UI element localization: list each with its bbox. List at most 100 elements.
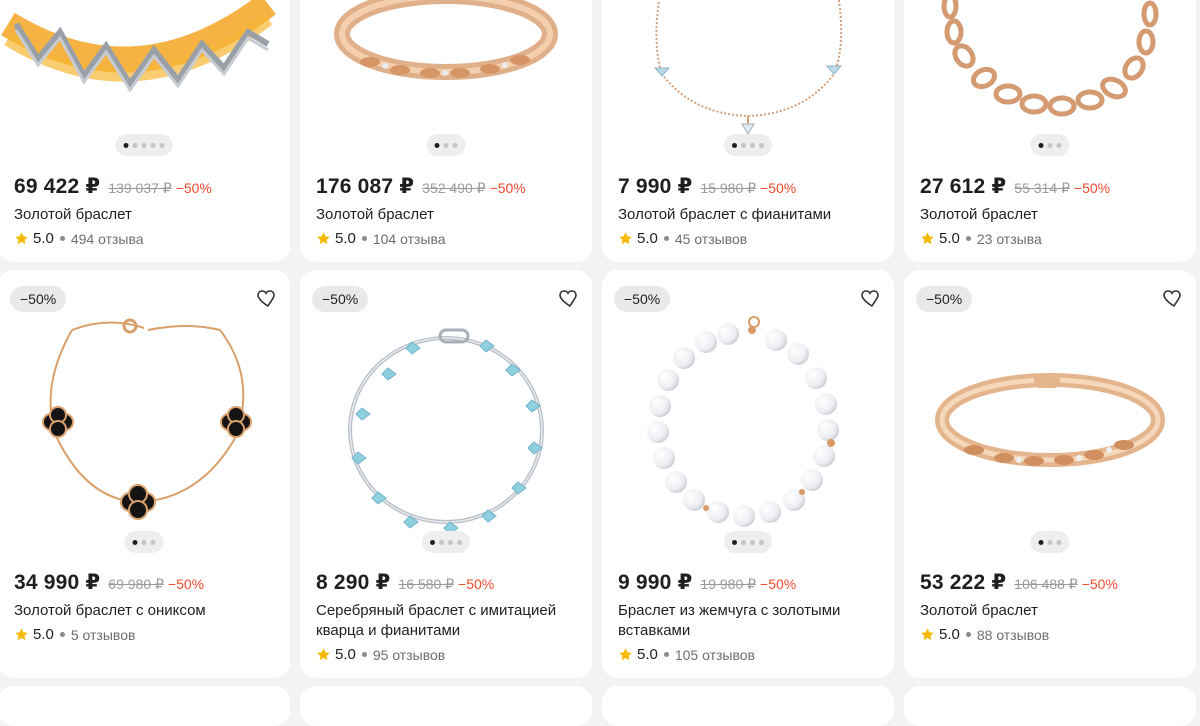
rating-score: 5.0 xyxy=(33,230,54,247)
carousel-dot[interactable] xyxy=(434,142,440,148)
heart-icon[interactable] xyxy=(858,286,882,310)
product-card-next-row[interactable] xyxy=(300,686,592,726)
product-title[interactable]: Золотой браслет xyxy=(316,205,580,225)
price: 9 990 ₽ xyxy=(618,571,693,594)
image-carousel-dots[interactable] xyxy=(724,134,772,156)
rating-score: 5.0 xyxy=(637,230,658,247)
image-carousel-dots[interactable] xyxy=(124,531,164,553)
reviews-count[interactable]: 105 отзывов xyxy=(675,647,755,663)
price-row: 7 990 ₽ 15 980 ₽ −50% xyxy=(618,174,882,199)
price-row: 27 612 ₽ 55 314 ₽ −50% xyxy=(920,174,1184,199)
gold-leaf-bangle-angled-icon xyxy=(935,373,1165,467)
product-card-next-row[interactable] xyxy=(904,686,1196,726)
carousel-dot[interactable] xyxy=(448,539,453,545)
image-carousel-dots[interactable] xyxy=(1030,531,1070,553)
price: 34 990 ₽ xyxy=(14,571,101,594)
image-carousel-dots[interactable] xyxy=(422,531,470,553)
product-image[interactable] xyxy=(602,270,894,560)
product-title[interactable]: Золотой браслет xyxy=(14,205,278,225)
carousel-dot[interactable] xyxy=(741,539,746,545)
reviews-count[interactable]: 494 отзыва xyxy=(71,231,144,247)
product-title[interactable]: Браслет из жемчуга с золотыми вставками xyxy=(618,601,882,641)
product-title[interactable]: Серебряный браслет с имитацией кварца и … xyxy=(316,601,580,641)
carousel-dot[interactable] xyxy=(1047,539,1053,545)
product-card[interactable]: −50% 53 222 ₽ 106 488 ₽ −50% Золотой бра… xyxy=(904,270,1196,678)
product-card[interactable]: 27 612 ₽ 55 314 ₽ −50% Золотой браслет 5… xyxy=(904,0,1196,262)
product-title[interactable]: Золотой браслет с ониксом xyxy=(14,601,278,621)
discount: −50% xyxy=(175,180,212,196)
product-image[interactable] xyxy=(904,270,1196,560)
carousel-dot[interactable] xyxy=(1047,142,1053,148)
separator-dot xyxy=(965,632,971,637)
reviews-count[interactable]: 45 отзывов xyxy=(675,231,747,247)
carousel-dot[interactable] xyxy=(457,539,462,545)
heart-icon[interactable] xyxy=(254,286,278,310)
product-card[interactable]: −50% 9 990 ₽ 19 980 ₽ −50% Браслет из же… xyxy=(602,270,894,678)
carousel-dot[interactable] xyxy=(132,539,138,545)
price: 53 222 ₽ xyxy=(920,571,1007,594)
carousel-dot[interactable] xyxy=(123,142,129,148)
price-row: 53 222 ₽ 106 488 ₽ −50% xyxy=(920,570,1184,595)
carousel-dot[interactable] xyxy=(750,539,755,545)
carousel-dot[interactable] xyxy=(141,142,147,148)
carousel-dot[interactable] xyxy=(141,539,147,545)
discount-badge: −50% xyxy=(312,286,369,312)
carousel-dot[interactable] xyxy=(430,539,435,545)
carousel-dot[interactable] xyxy=(732,142,737,148)
carousel-dot[interactable] xyxy=(150,142,156,148)
product-info: 69 422 ₽ 139 037 ₽ −50% Золотой браслет … xyxy=(14,174,278,247)
product-title[interactable]: Золотой браслет xyxy=(920,601,1184,621)
carousel-dot[interactable] xyxy=(132,142,138,148)
product-image[interactable] xyxy=(0,270,290,560)
carousel-dot[interactable] xyxy=(759,539,764,545)
carousel-dot[interactable] xyxy=(741,142,746,148)
carousel-dot[interactable] xyxy=(150,539,156,545)
product-info: 9 990 ₽ 19 980 ₽ −50% Браслет из жемчуга… xyxy=(618,570,882,663)
carousel-dot[interactable] xyxy=(439,539,444,545)
star-icon xyxy=(619,648,632,661)
image-carousel-dots[interactable] xyxy=(724,531,772,553)
carousel-dot[interactable] xyxy=(1056,142,1062,148)
reviews-count[interactable]: 95 отзывов xyxy=(373,647,445,663)
star-icon xyxy=(921,628,934,641)
product-card[interactable]: 7 990 ₽ 15 980 ₽ −50% Золотой браслет с … xyxy=(602,0,894,262)
carousel-dot[interactable] xyxy=(732,539,737,545)
product-info: 8 290 ₽ 16 580 ₽ −50% Серебряный браслет… xyxy=(316,570,580,663)
rating-score: 5.0 xyxy=(33,626,54,643)
image-carousel-dots[interactable] xyxy=(115,134,173,156)
carousel-dot[interactable] xyxy=(1056,539,1062,545)
product-card[interactable]: −50% 34 990 ₽ 69 980 ₽ −50% Золотой брас… xyxy=(0,270,290,678)
pearl-gold-bracelet-icon xyxy=(647,316,839,527)
reviews-count[interactable]: 104 отзыва xyxy=(373,231,446,247)
separator-dot xyxy=(59,632,65,637)
separator-dot xyxy=(59,236,65,241)
product-card[interactable]: −50% 8 290 ₽ 16 580 ₽ −50% Серебряный бр… xyxy=(300,270,592,678)
image-carousel-dots[interactable] xyxy=(1030,134,1070,156)
rating: 5.0 88 отзывов xyxy=(920,626,1184,643)
product-card-next-row[interactable] xyxy=(602,686,894,726)
product-card[interactable]: 176 087 ₽ 352 490 ₽ −50% Золотой браслет… xyxy=(300,0,592,262)
reviews-count[interactable]: 23 отзыва xyxy=(977,231,1042,247)
carousel-dot[interactable] xyxy=(159,142,165,148)
old-price: 55 314 ₽ xyxy=(1014,180,1070,196)
product-title[interactable]: Золотой браслет с фианитами xyxy=(618,205,882,225)
carousel-dot[interactable] xyxy=(443,142,449,148)
carousel-dot[interactable] xyxy=(1038,142,1044,148)
product-title[interactable]: Золотой браслет xyxy=(920,205,1184,225)
star-icon xyxy=(619,232,632,245)
rating: 5.0 23 отзыва xyxy=(920,230,1184,247)
discount: −50% xyxy=(489,180,526,196)
product-image[interactable] xyxy=(300,270,592,560)
carousel-dot[interactable] xyxy=(1038,539,1044,545)
carousel-dot[interactable] xyxy=(750,142,755,148)
carousel-dot[interactable] xyxy=(759,142,764,148)
product-card[interactable]: 69 422 ₽ 139 037 ₽ −50% Золотой браслет … xyxy=(0,0,290,262)
reviews-count[interactable]: 5 отзывов xyxy=(71,627,136,643)
heart-icon[interactable] xyxy=(556,286,580,310)
heart-icon[interactable] xyxy=(1160,286,1184,310)
discount-badge: −50% xyxy=(10,286,67,312)
carousel-dot[interactable] xyxy=(452,142,458,148)
image-carousel-dots[interactable] xyxy=(426,134,466,156)
product-card-next-row[interactable] xyxy=(0,686,290,726)
reviews-count[interactable]: 88 отзывов xyxy=(977,627,1049,643)
